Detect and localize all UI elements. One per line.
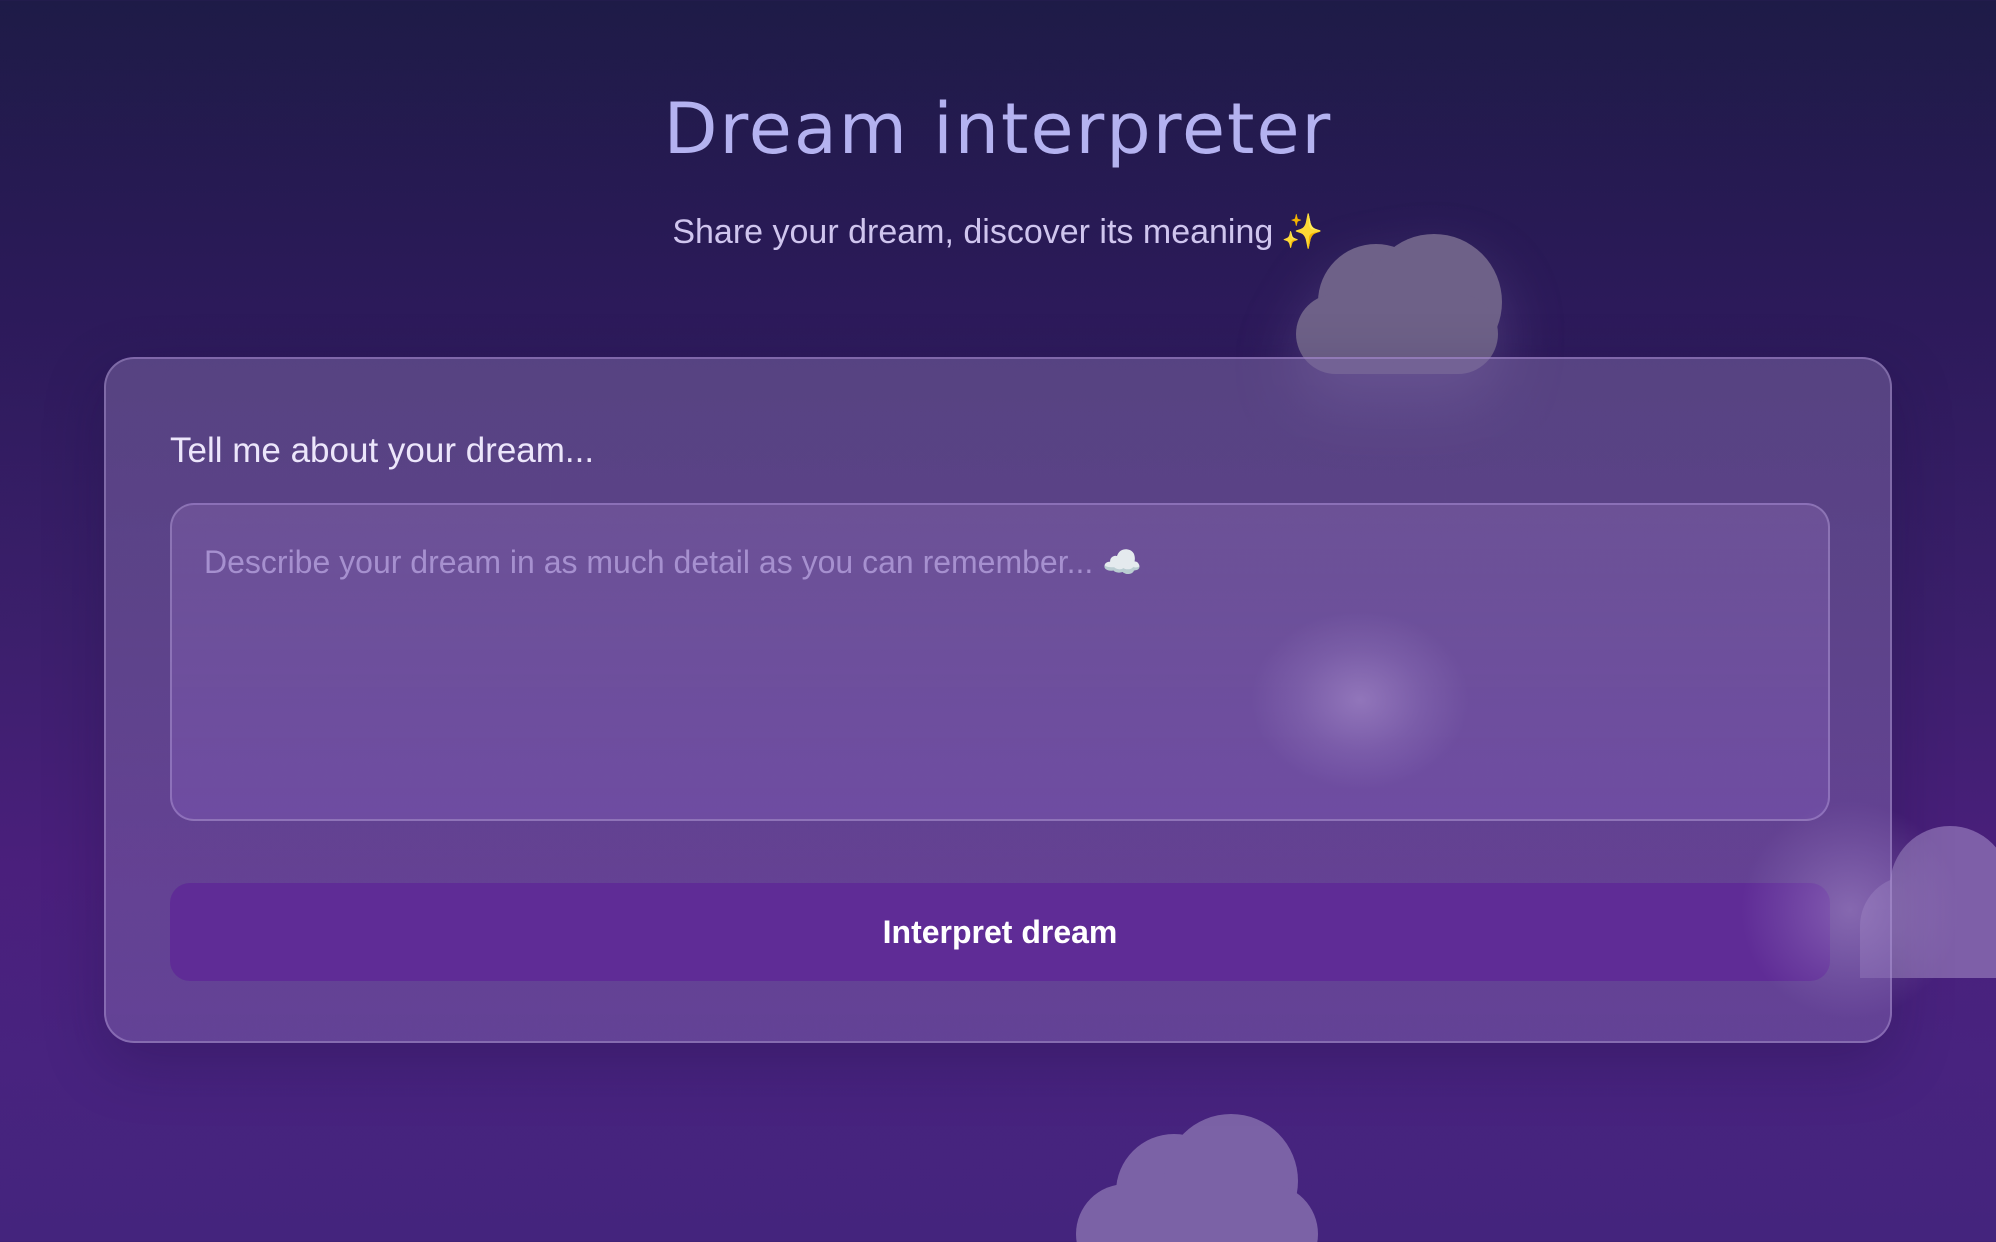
subtitle-text: Share your dream, discover its meaning bbox=[672, 213, 1274, 251]
page-subtitle: Share your dream, discover its meaning ✨ bbox=[0, 212, 1996, 252]
page-title: Dream interpreter bbox=[663, 88, 1333, 170]
dream-form-card: Tell me about your dream... Interpret dr… bbox=[104, 357, 1892, 1043]
dream-input-label: Tell me about your dream... bbox=[170, 431, 595, 470]
dream-description-input[interactable] bbox=[170, 503, 1830, 821]
cloud-decoration-bottom bbox=[1076, 1114, 1318, 1242]
interpret-dream-button[interactable]: Interpret dream bbox=[170, 883, 1830, 981]
sparkles-icon: ✨ bbox=[1281, 213, 1324, 251]
